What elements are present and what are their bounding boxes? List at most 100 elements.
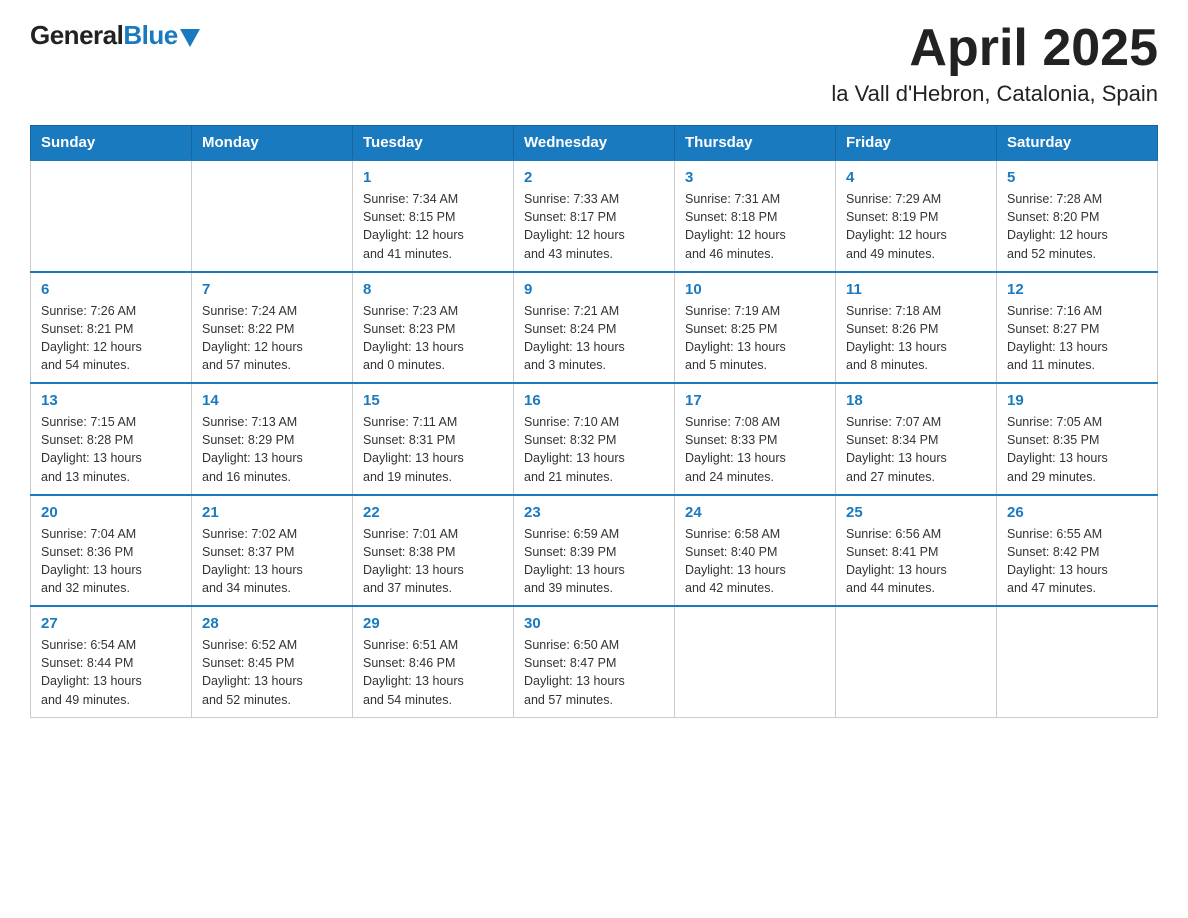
logo: General Blue: [30, 20, 200, 51]
title-area: April 2025 la Vall d'Hebron, Catalonia, …: [831, 20, 1158, 107]
calendar-cell: 3 Sunrise: 7:31 AMSunset: 8:18 PMDaylight…: [675, 160, 836, 272]
day-info: Sunrise: 7:08 AMSunset: 8:33 PMDaylight:…: [685, 413, 825, 486]
day-number: 11: [846, 281, 986, 298]
day-info: Sunrise: 7:13 AMSunset: 8:29 PMDaylight:…: [202, 413, 342, 486]
day-info: Sunrise: 7:11 AMSunset: 8:31 PMDaylight:…: [363, 413, 503, 486]
week-row-2: 6 Sunrise: 7:26 AMSunset: 8:21 PMDaylight…: [31, 272, 1158, 384]
calendar-cell: 16 Sunrise: 7:10 AMSunset: 8:32 PMDayligh…: [514, 383, 675, 495]
calendar-cell: 11 Sunrise: 7:18 AMSunset: 8:26 PMDayligh…: [836, 272, 997, 384]
column-header-friday: Friday: [836, 126, 997, 161]
day-info: Sunrise: 7:23 AMSunset: 8:23 PMDaylight:…: [363, 302, 503, 375]
column-header-monday: Monday: [192, 126, 353, 161]
header-row: SundayMondayTuesdayWednesdayThursdayFrid…: [31, 126, 1158, 161]
day-number: 30: [524, 615, 664, 632]
page-header: General Blue April 2025 la Vall d'Hebron…: [30, 20, 1158, 107]
logo-blue-part: Blue: [123, 20, 199, 51]
day-info: Sunrise: 6:54 AMSunset: 8:44 PMDaylight:…: [41, 636, 181, 709]
day-info: Sunrise: 7:28 AMSunset: 8:20 PMDaylight:…: [1007, 190, 1147, 263]
calendar-cell: 19 Sunrise: 7:05 AMSunset: 8:35 PMDayligh…: [997, 383, 1158, 495]
day-info: Sunrise: 7:05 AMSunset: 8:35 PMDaylight:…: [1007, 413, 1147, 486]
calendar-cell: 10 Sunrise: 7:19 AMSunset: 8:25 PMDayligh…: [675, 272, 836, 384]
calendar-cell: 8 Sunrise: 7:23 AMSunset: 8:23 PMDaylight…: [353, 272, 514, 384]
page-subtitle: la Vall d'Hebron, Catalonia, Spain: [831, 81, 1158, 107]
day-number: 15: [363, 392, 503, 409]
day-info: Sunrise: 7:21 AMSunset: 8:24 PMDaylight:…: [524, 302, 664, 375]
day-number: 18: [846, 392, 986, 409]
calendar-cell: 20 Sunrise: 7:04 AMSunset: 8:36 PMDayligh…: [31, 495, 192, 607]
day-number: 25: [846, 504, 986, 521]
day-number: 29: [363, 615, 503, 632]
day-number: 3: [685, 169, 825, 186]
calendar-cell: 21 Sunrise: 7:02 AMSunset: 8:37 PMDayligh…: [192, 495, 353, 607]
day-number: 4: [846, 169, 986, 186]
day-number: 26: [1007, 504, 1147, 521]
day-info: Sunrise: 7:31 AMSunset: 8:18 PMDaylight:…: [685, 190, 825, 263]
day-info: Sunrise: 6:51 AMSunset: 8:46 PMDaylight:…: [363, 636, 503, 709]
day-info: Sunrise: 7:26 AMSunset: 8:21 PMDaylight:…: [41, 302, 181, 375]
calendar-cell: 25Sunrise: 6:56 AMSunset: 8:41 PMDayligh…: [836, 495, 997, 607]
calendar-cell: 7 Sunrise: 7:24 AMSunset: 8:22 PMDaylight…: [192, 272, 353, 384]
day-number: 27: [41, 615, 181, 632]
column-header-saturday: Saturday: [997, 126, 1158, 161]
column-header-wednesday: Wednesday: [514, 126, 675, 161]
calendar-cell: 13Sunrise: 7:15 AMSunset: 8:28 PMDayligh…: [31, 383, 192, 495]
calendar-cell: [836, 606, 997, 717]
calendar-cell: 12Sunrise: 7:16 AMSunset: 8:27 PMDayligh…: [997, 272, 1158, 384]
calendar-cell: [675, 606, 836, 717]
day-info: Sunrise: 7:15 AMSunset: 8:28 PMDaylight:…: [41, 413, 181, 486]
day-number: 16: [524, 392, 664, 409]
calendar-cell: [31, 160, 192, 272]
calendar-cell: 17Sunrise: 7:08 AMSunset: 8:33 PMDayligh…: [675, 383, 836, 495]
day-number: 8: [363, 281, 503, 298]
calendar-cell: 29 Sunrise: 6:51 AMSunset: 8:46 PMDayligh…: [353, 606, 514, 717]
day-info: Sunrise: 7:19 AMSunset: 8:25 PMDaylight:…: [685, 302, 825, 375]
day-info: Sunrise: 7:07 AMSunset: 8:34 PMDaylight:…: [846, 413, 986, 486]
day-info: Sunrise: 6:50 AMSunset: 8:47 PMDaylight:…: [524, 636, 664, 709]
day-info: Sunrise: 7:02 AMSunset: 8:37 PMDaylight:…: [202, 525, 342, 598]
calendar-cell: 26 Sunrise: 6:55 AMSunset: 8:42 PMDayligh…: [997, 495, 1158, 607]
day-info: Sunrise: 6:59 AMSunset: 8:39 PMDaylight:…: [524, 525, 664, 598]
calendar-cell: 18 Sunrise: 7:07 AMSunset: 8:34 PMDayligh…: [836, 383, 997, 495]
logo-blue-text: Blue: [123, 20, 177, 51]
day-number: 9: [524, 281, 664, 298]
day-info: Sunrise: 7:33 AMSunset: 8:17 PMDaylight:…: [524, 190, 664, 263]
day-info: Sunrise: 6:52 AMSunset: 8:45 PMDaylight:…: [202, 636, 342, 709]
day-number: 21: [202, 504, 342, 521]
calendar-cell: 27 Sunrise: 6:54 AMSunset: 8:44 PMDayligh…: [31, 606, 192, 717]
day-info: Sunrise: 7:34 AMSunset: 8:15 PMDaylight:…: [363, 190, 503, 263]
calendar-header: SundayMondayTuesdayWednesdayThursdayFrid…: [31, 126, 1158, 161]
week-row-1: 1Sunrise: 7:34 AMSunset: 8:15 PMDaylight…: [31, 160, 1158, 272]
column-header-thursday: Thursday: [675, 126, 836, 161]
day-number: 24: [685, 504, 825, 521]
calendar-cell: [997, 606, 1158, 717]
calendar-cell: 5Sunrise: 7:28 AMSunset: 8:20 PMDaylight…: [997, 160, 1158, 272]
day-info: Sunrise: 7:04 AMSunset: 8:36 PMDaylight:…: [41, 525, 181, 598]
calendar-cell: 24 Sunrise: 6:58 AMSunset: 8:40 PMDayligh…: [675, 495, 836, 607]
column-header-sunday: Sunday: [31, 126, 192, 161]
day-number: 12: [1007, 281, 1147, 298]
calendar-cell: 1Sunrise: 7:34 AMSunset: 8:15 PMDaylight…: [353, 160, 514, 272]
day-number: 20: [41, 504, 181, 521]
calendar-cell: 30 Sunrise: 6:50 AMSunset: 8:47 PMDayligh…: [514, 606, 675, 717]
day-number: 6: [41, 281, 181, 298]
day-info: Sunrise: 7:01 AMSunset: 8:38 PMDaylight:…: [363, 525, 503, 598]
calendar-cell: 2Sunrise: 7:33 AMSunset: 8:17 PMDaylight…: [514, 160, 675, 272]
calendar-cell: 9 Sunrise: 7:21 AMSunset: 8:24 PMDaylight…: [514, 272, 675, 384]
day-number: 28: [202, 615, 342, 632]
day-info: Sunrise: 6:58 AMSunset: 8:40 PMDaylight:…: [685, 525, 825, 598]
day-info: Sunrise: 7:10 AMSunset: 8:32 PMDaylight:…: [524, 413, 664, 486]
day-number: 7: [202, 281, 342, 298]
day-info: Sunrise: 6:55 AMSunset: 8:42 PMDaylight:…: [1007, 525, 1147, 598]
calendar-cell: 22Sunrise: 7:01 AMSunset: 8:38 PMDayligh…: [353, 495, 514, 607]
calendar-table: SundayMondayTuesdayWednesdayThursdayFrid…: [30, 125, 1158, 718]
day-number: 10: [685, 281, 825, 298]
day-info: Sunrise: 7:18 AMSunset: 8:26 PMDaylight:…: [846, 302, 986, 375]
week-row-4: 20 Sunrise: 7:04 AMSunset: 8:36 PMDayligh…: [31, 495, 1158, 607]
calendar-cell: 14Sunrise: 7:13 AMSunset: 8:29 PMDayligh…: [192, 383, 353, 495]
day-number: 19: [1007, 392, 1147, 409]
calendar-cell: [192, 160, 353, 272]
day-info: Sunrise: 7:29 AMSunset: 8:19 PMDaylight:…: [846, 190, 986, 263]
calendar-cell: 4 Sunrise: 7:29 AMSunset: 8:19 PMDaylight…: [836, 160, 997, 272]
day-info: Sunrise: 7:24 AMSunset: 8:22 PMDaylight:…: [202, 302, 342, 375]
week-row-5: 27 Sunrise: 6:54 AMSunset: 8:44 PMDayligh…: [31, 606, 1158, 717]
